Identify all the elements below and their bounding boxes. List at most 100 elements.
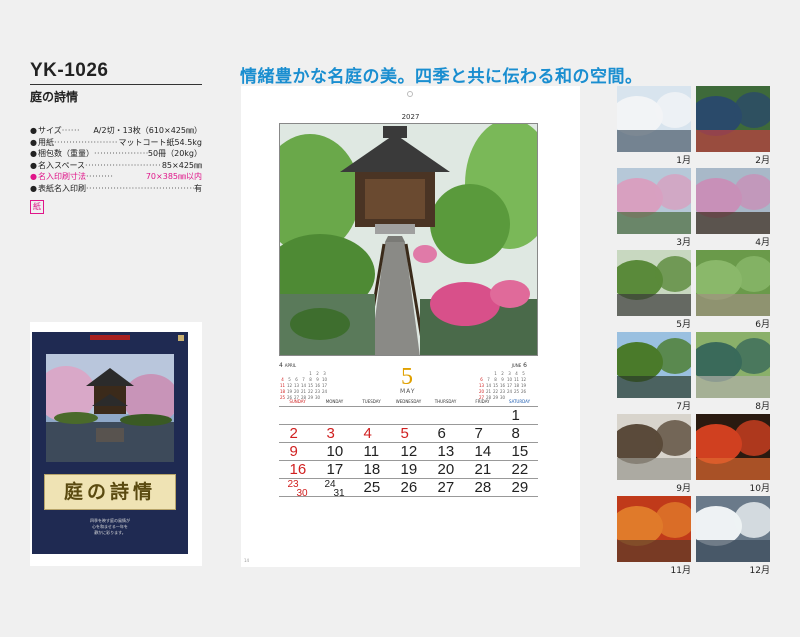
spec-item: ● 名入印刷寸法 ········· 70×385㎜以内 [30, 171, 202, 183]
spec-value: 有 [194, 183, 202, 193]
spec-value: 70×385㎜以内 [145, 172, 202, 181]
month-thumbnail [696, 414, 770, 480]
spec-key: サイズ [38, 126, 62, 135]
day-number: 1 [511, 407, 520, 424]
spec-item: ● 用紙 ······················· マットコート紙54.5kg [30, 137, 202, 149]
month-thumbnail [696, 496, 770, 562]
mini-month-name: APRIL [284, 363, 297, 368]
bullet: ● [30, 137, 37, 147]
day-number: 11 [363, 443, 380, 460]
month-thumbnail [617, 496, 691, 562]
day-number: 28 [474, 479, 492, 496]
bullet: ● [30, 160, 37, 170]
day-number: 16 [289, 461, 307, 478]
weekday-label: THURSDAY [434, 399, 457, 404]
cover-title: 庭の詩情 [44, 474, 176, 510]
spec-list: ● サイズ ······ A/2切・13枚（610×425㎜） ● 用紙 ·········… [30, 125, 202, 194]
spec-value: 50冊（20kg） [147, 149, 202, 158]
day-number: 18 [363, 461, 381, 478]
day-number: 26 [400, 479, 418, 496]
spec-leader: ······································ [86, 183, 194, 193]
week-row [279, 406, 538, 424]
grid-bottom [279, 496, 538, 497]
day-number: 19 [400, 461, 418, 478]
day-number: 31 [333, 488, 345, 499]
month-thumbnail [696, 332, 770, 398]
day-number: 8 [511, 425, 520, 442]
hanging-hole [407, 91, 413, 97]
calendar-year: 2027 [401, 113, 420, 121]
spec-item: ●梱包数（重量）······················50冊（20kg） [30, 148, 202, 160]
month-thumbnail [696, 86, 770, 152]
month-number: 5 [401, 364, 413, 390]
month-label: 12月 [749, 566, 770, 576]
bullet: ● [30, 172, 37, 181]
month-thumbnail [617, 168, 691, 234]
day-number: 6 [437, 425, 446, 442]
spec-key: 表紙名入印刷 [38, 183, 86, 193]
day-number: 20 [437, 461, 455, 478]
product-name: 庭の詩情 [30, 90, 79, 104]
day-number: 5 [400, 425, 409, 442]
spec-leader: ························· [85, 160, 162, 170]
weekday-label: SUNDAY [289, 399, 306, 404]
product-info: YK-1026 庭の詩情 ● サイズ ······ A/2切・13枚（610×425㎜… [30, 60, 202, 214]
paper-badge: 紙 [30, 200, 44, 214]
calendar-photo [279, 123, 538, 356]
spec-leader: ········· [86, 172, 114, 181]
weekday-label: FRIDAY [475, 399, 490, 404]
month-label: 11月 [670, 566, 691, 576]
month-thumbnail [696, 168, 770, 234]
spec-item: ● 表紙名入印刷 ·································… [30, 183, 202, 195]
day-number: 2 [289, 425, 298, 442]
day-number: 10 [326, 443, 344, 460]
month-label: 1月 [676, 156, 691, 166]
page-number: 14 [244, 558, 250, 563]
month-thumbnail [696, 250, 770, 316]
day-number: 15 [511, 443, 529, 460]
month-label: 5月 [676, 320, 691, 330]
bullet: ● [30, 183, 37, 193]
month-label: 3月 [676, 238, 691, 248]
day-number: 22 [511, 461, 529, 478]
weekday-label: MONDAY [325, 399, 344, 404]
month-label: 4月 [755, 238, 770, 248]
mini-calendar-april: 4 APRIL 1 2 3 4 5 6 7 8 9 10 11 12 13 14 15 16 17 18 19 20 2… [279, 362, 328, 401]
month-label: 6月 [755, 320, 770, 330]
spec-key: 梱包数（重量） [38, 149, 94, 158]
weekday-label: SATURDAY [508, 399, 531, 404]
month-name: MAY [400, 388, 416, 395]
spec-value: マットコート紙54.5kg [118, 137, 202, 147]
spec-value: A/2切・13枚（610×425㎜） [93, 126, 202, 135]
day-number: 21 [474, 461, 492, 478]
cover-photo [46, 354, 174, 462]
spec-leader: ······ [61, 126, 81, 135]
weekday-label: TUESDAY [362, 399, 381, 404]
day-number: 30 [296, 488, 308, 499]
product-code: YK-1026 [30, 60, 202, 85]
cover-header-decoration [32, 332, 188, 346]
day-number: 12 [400, 443, 418, 460]
month-label: 9月 [676, 484, 691, 494]
mini-grid: 1 2 3 4 5 6 7 8 9 10 11 12 13 14 15 16 17 18 19 20 21 22 23 24 2… [478, 371, 527, 401]
month-label: 7月 [676, 402, 691, 412]
month-thumbnail [617, 86, 691, 152]
month-label: 10月 [749, 484, 770, 494]
day-number: 13 [437, 443, 455, 460]
spec-value: 85×425㎜ [161, 160, 202, 170]
mini-grid: 1 2 3 4 5 6 7 8 9 10 11 12 13 14 15 16 17 18 19 20 21 22 23 24 2… [279, 371, 328, 401]
mini-month-num: 4 [279, 362, 283, 369]
month-thumbnail [617, 414, 691, 480]
month-thumbnail [617, 332, 691, 398]
mini-month-num: 6 [523, 362, 527, 369]
spec-key: 名入スペース [38, 160, 86, 170]
cover-panel: 庭の詩情 四季を映す庭の風情が 心を和ませる一年を 静かに彩ります。 [32, 332, 188, 554]
mini-day: 26 [520, 389, 527, 394]
spec-leader: ······················· [54, 137, 119, 147]
cover-image: 庭の詩情 四季を映す庭の風情が 心を和ませる一年を 静かに彩ります。 [30, 322, 202, 566]
spec-item: ● 名入スペース ························· 85×425㎜ [30, 160, 202, 172]
day-number: 7 [474, 425, 483, 442]
headline: 情緒豊かな名庭の美。四季と共に伝わる和の空間。 [240, 67, 643, 87]
mini-calendar-june: JUNE 6 1 2 3 4 5 6 7 8 9 10 11 12 13 14 15 16 17 18 19 20 21… [478, 362, 527, 401]
day-number: 4 [363, 425, 372, 442]
